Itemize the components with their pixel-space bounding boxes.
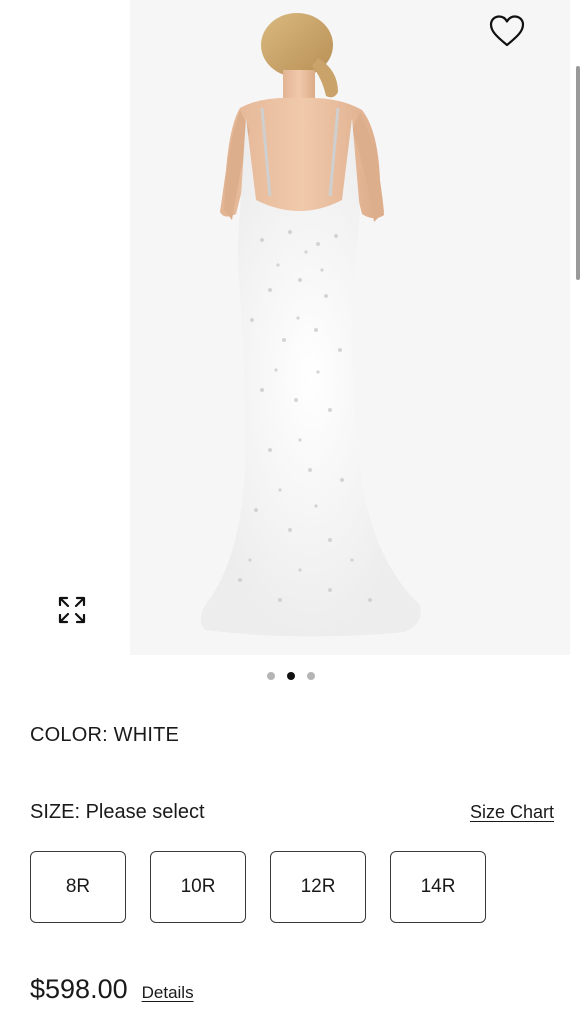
image-pagination [0, 672, 584, 680]
size-selection-label: SIZE: Please select [30, 801, 205, 824]
size-option-8r[interactable]: 8R [30, 851, 126, 923]
color-label: COLOR: WHITE [30, 724, 180, 746]
price: $598.00 [30, 974, 128, 1004]
product-image-gallery[interactable] [0, 0, 586, 660]
scrollbar[interactable] [576, 66, 580, 280]
size-options: 8R 10R 12R 14R [30, 851, 486, 923]
size-option-14r[interactable]: 14R [390, 851, 486, 923]
favorite-button[interactable] [484, 8, 530, 54]
product-image[interactable] [0, 0, 586, 660]
details-link[interactable]: Details [142, 983, 194, 1003]
pagination-dot[interactable] [307, 672, 315, 680]
price-row: $598.00 Details [30, 974, 194, 1005]
size-option-10r[interactable]: 10R [150, 851, 246, 923]
heart-icon [489, 15, 525, 47]
expand-arrows-icon [58, 596, 86, 624]
size-value: Please select [85, 801, 205, 823]
size-chart-link[interactable]: Size Chart [470, 802, 554, 823]
size-label: SIZE: [30, 801, 81, 823]
expand-image-button[interactable] [50, 588, 94, 632]
pagination-dot[interactable] [267, 672, 275, 680]
size-option-12r[interactable]: 12R [270, 851, 366, 923]
pagination-dot-active[interactable] [287, 672, 295, 680]
